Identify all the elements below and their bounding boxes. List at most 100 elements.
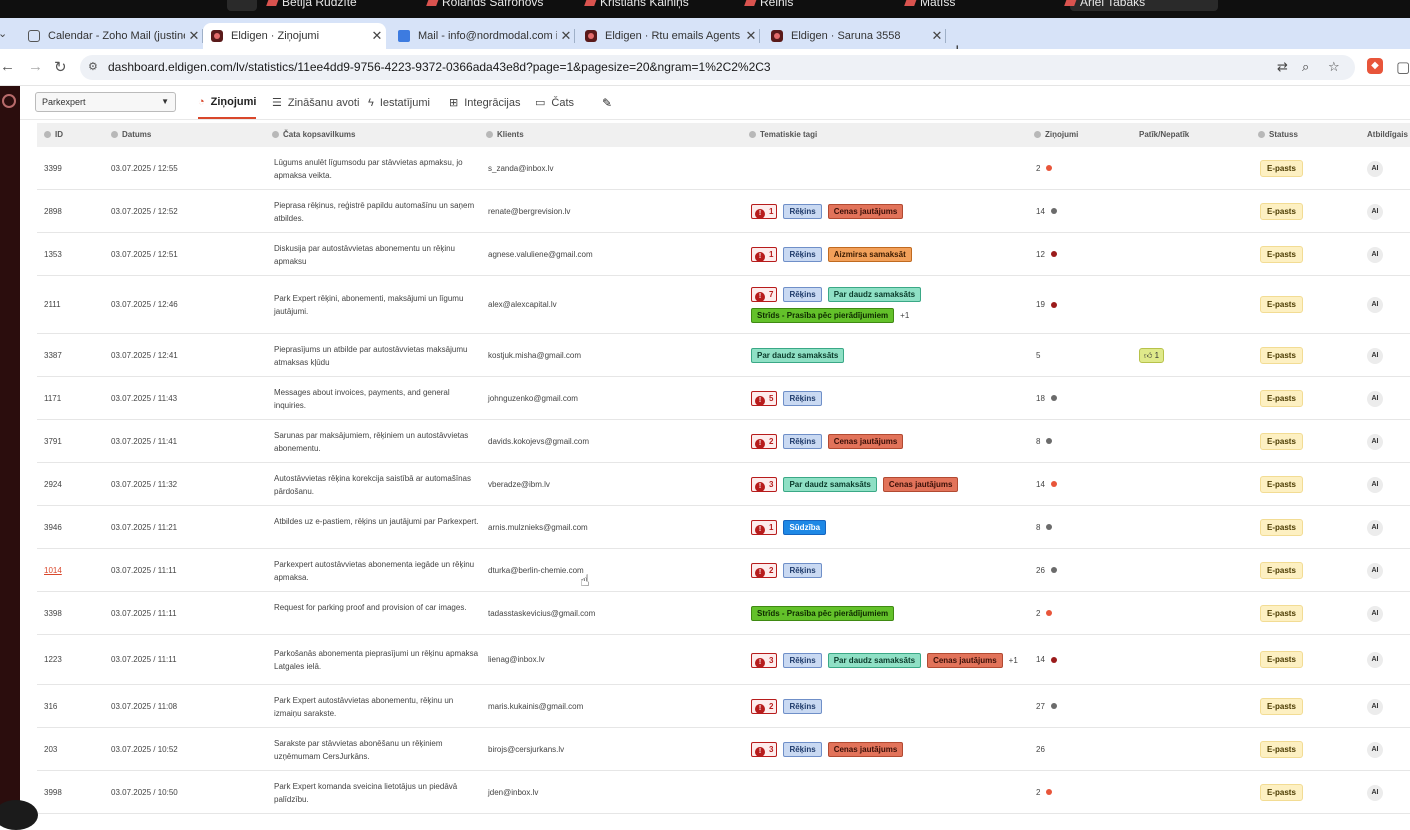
alert-count-tag[interactable]: ! 3 <box>751 742 778 757</box>
column-header-tags[interactable]: Tematiskie tagi <box>749 130 817 139</box>
table-row[interactable]: 1223 03.07.2025 / 11:11 Parkošanās aboneme… <box>37 635 1410 685</box>
tag-rekins[interactable]: Rēķins <box>783 652 822 668</box>
status-badge[interactable]: E-pasts <box>1260 604 1303 622</box>
alert-count-tag[interactable]: ! 3 <box>751 477 778 492</box>
tag-par-daudz-samaksats[interactable]: Par daudz samaksāts <box>827 287 922 302</box>
close-icon[interactable]: ✕ <box>368 28 386 44</box>
alert-count-tag[interactable]: ! 1 <box>751 247 778 262</box>
tag-rekins[interactable]: Rēķins <box>783 391 822 406</box>
avatar[interactable]: AI <box>1367 297 1383 313</box>
zoom-icon[interactable]: ⌕ <box>1302 59 1309 75</box>
tag-par-daudz-samaksats[interactable]: Par daudz samaksāts <box>827 652 922 668</box>
tag-rekins[interactable]: Rēķins <box>783 742 822 757</box>
avatar[interactable]: AI <box>1367 347 1383 364</box>
close-icon[interactable]: ✕ <box>557 28 575 44</box>
browser-tab[interactable]: Calendar - Zoho Mail (justine.gr ✕ <box>20 23 203 49</box>
avatar[interactable]: AI <box>1367 562 1383 579</box>
avatar[interactable]: AI <box>1367 519 1383 536</box>
alert-count-tag[interactable]: ! 1 <box>751 204 778 219</box>
browser-tab[interactable]: Eldigen · Rtu emails Agents ✕ <box>577 23 760 49</box>
table-row[interactable]: 3398 03.07.2025 / 11:11 Request for parkin… <box>37 592 1410 635</box>
status-badge[interactable]: E-pasts <box>1260 202 1303 220</box>
browser-tab[interactable]: Eldigen · Saruna 3558 ✕ <box>763 23 946 49</box>
extension-icon[interactable]: ◆ <box>1367 58 1383 74</box>
avatar[interactable]: AI <box>1367 652 1383 668</box>
alert-count-tag[interactable]: ! 5 <box>751 391 778 406</box>
column-header-summary[interactable]: Čata kopsavilkums <box>272 130 355 139</box>
alert-count-tag[interactable]: ! 2 <box>751 563 778 578</box>
status-badge[interactable]: E-pasts <box>1260 245 1303 263</box>
company-select[interactable]: Parkexpert ▼ <box>35 92 176 112</box>
nav-integracijas[interactable]: ⊞ Integrācijas <box>449 86 520 119</box>
avatar[interactable]: AI <box>1367 160 1383 177</box>
tag-rekins[interactable]: Rēķins <box>783 434 822 449</box>
table-row[interactable]: 2111 03.07.2025 / 12:46 Park Expert rēķini… <box>37 276 1410 334</box>
tag-rekins[interactable]: Rēķins <box>783 247 822 262</box>
avatar[interactable]: AI <box>1367 476 1383 493</box>
reload-icon[interactable]: ↻ <box>54 58 67 76</box>
status-badge[interactable]: E-pasts <box>1260 561 1303 579</box>
nav-zinojumi[interactable]: ◔ Ziņojumi <box>198 86 257 119</box>
close-icon[interactable]: ✕ <box>185 28 203 44</box>
eldigen-logo-icon[interactable] <box>2 94 16 108</box>
table-row[interactable]: 2898 03.07.2025 / 12:52 Pieprasa rēķinus, … <box>37 190 1410 233</box>
avatar[interactable]: AI <box>1367 390 1383 407</box>
alert-count-tag[interactable]: ! 2 <box>751 699 778 714</box>
tab-search-icon[interactable]: ⌄ <box>0 27 7 40</box>
table-row[interactable]: 1353 03.07.2025 / 12:51 Diskusija par auto… <box>37 233 1410 276</box>
status-badge[interactable]: E-pasts <box>1260 740 1303 758</box>
tag-strids[interactable]: Strīds - Prasība pēc pierādījumiem <box>751 606 895 621</box>
url-omnibox[interactable]: ⚙ dashboard.eldigen.com/lv/statistics/11… <box>80 55 1355 80</box>
tag-strids[interactable]: Strīds - Prasība pēc pierādījumiem <box>751 308 895 323</box>
status-badge[interactable]: E-pasts <box>1260 346 1303 364</box>
tag-rekins[interactable]: Rēķins <box>783 699 822 714</box>
column-header-messages[interactable]: Ziņojumi <box>1034 130 1078 139</box>
table-row[interactable]: 1014 03.07.2025 / 11:11 Parkexpert autostā… <box>37 549 1410 592</box>
tag-par-daudz-samaksats[interactable]: Par daudz samaksāts <box>783 477 877 492</box>
tag-cenas-jautajums[interactable]: Cenas jautājums <box>927 652 1003 668</box>
status-badge[interactable]: E-pasts <box>1260 783 1303 801</box>
table-row[interactable]: 203 03.07.2025 / 10:52 Sarakste par stāvvi… <box>37 728 1410 771</box>
tag-par-daudz-samaksats[interactable]: Par daudz samaksāts <box>751 348 845 363</box>
tag-rekins[interactable]: Rēķins <box>783 204 822 219</box>
tag-rekins[interactable]: Rēķins <box>783 563 822 578</box>
table-row[interactable]: 1171 03.07.2025 / 11:43 Messages about inv… <box>37 377 1410 420</box>
status-badge[interactable]: E-pasts <box>1260 432 1303 450</box>
status-badge[interactable]: E-pasts <box>1260 159 1303 177</box>
nav-tools[interactable]: ✎ <box>602 86 618 119</box>
nav-iestatijumi[interactable]: ϟ Iestatījumi <box>368 86 430 119</box>
row-id[interactable]: 1014 <box>44 566 62 575</box>
status-badge[interactable]: E-pasts <box>1260 475 1303 493</box>
like-badge[interactable]: 👍︎ 1 <box>1139 347 1165 363</box>
status-badge[interactable]: E-pasts <box>1260 389 1303 407</box>
alert-count-tag[interactable]: ! 2 <box>751 434 778 449</box>
more-tags-count[interactable]: +1 <box>900 311 909 320</box>
alert-count-tag[interactable]: ! 1 <box>751 520 778 535</box>
site-info-icon[interactable]: ⚙ <box>88 60 98 73</box>
column-header-like[interactable]: Patīk/Nepatīk <box>1139 130 1189 139</box>
table-row[interactable]: 3387 03.07.2025 / 12:41 Pieprasījums un at… <box>37 334 1410 377</box>
close-icon[interactable]: ✕ <box>742 28 760 44</box>
status-badge[interactable]: E-pasts <box>1260 296 1303 313</box>
avatar[interactable]: AI <box>1367 698 1383 715</box>
table-row[interactable]: 3791 03.07.2025 / 11:41 Sarunas par maksāj… <box>37 420 1410 463</box>
nav-zinasanu-avoti[interactable]: ☰ Zināšanu avoti <box>272 86 359 119</box>
tag-cenas-jautajums[interactable]: Cenas jautājums <box>827 434 904 449</box>
tag-cenas-jautajums[interactable]: Cenas jautājums <box>827 204 904 219</box>
column-header-date[interactable]: Datums <box>111 130 151 139</box>
tag-cenas-jautajums[interactable]: Cenas jautājums <box>882 477 959 492</box>
forward-icon[interactable]: → <box>28 58 43 75</box>
table-row[interactable]: 3399 03.07.2025 / 12:55 Lūgums anulēt līgu… <box>37 147 1410 190</box>
column-header-status[interactable]: Statuss <box>1258 130 1298 139</box>
status-badge[interactable]: E-pasts <box>1260 697 1303 715</box>
close-icon[interactable]: ✕ <box>928 28 946 44</box>
status-badge[interactable]: E-pasts <box>1260 518 1303 536</box>
tag-cenas-jautajums[interactable]: Cenas jautājums <box>827 742 904 757</box>
table-row[interactable]: 316 03.07.2025 / 11:08 Park Expert autostā… <box>37 685 1410 728</box>
alert-count-tag[interactable]: ! 7 <box>751 287 778 302</box>
tag-sudziba[interactable]: Sūdzība <box>783 520 827 535</box>
alert-count-tag[interactable]: ! 3 <box>751 652 778 668</box>
extensions-puzzle-icon[interactable]: ▢ <box>1396 58 1410 76</box>
avatar[interactable]: AI <box>1367 784 1383 801</box>
table-row[interactable]: 3998 03.07.2025 / 10:50 Park Expert komand… <box>37 771 1410 814</box>
